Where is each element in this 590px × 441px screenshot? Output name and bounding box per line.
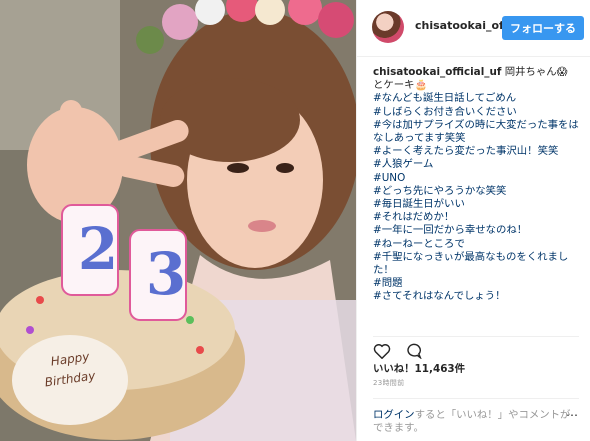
hashtag[interactable]: #ねーねーところで [373,238,579,251]
candle-digit-3: 3 [145,240,187,308]
hashtag[interactable]: #UNO [373,172,579,185]
heart-icon[interactable] [373,343,391,360]
hashtag[interactable]: #どっち先にやろうかな笑笑 [373,185,579,198]
hashtag[interactable]: #よーく考えたら変だった事沢山！笑笑 [373,145,579,158]
avatar[interactable] [372,11,404,43]
hashtag[interactable]: #問題 [373,277,579,290]
follow-button[interactable]: フォローする [502,16,584,40]
hashtag[interactable]: #毎日誕生日がいい [373,198,579,211]
hashtag[interactable]: #一年に一回だから幸せなのね！ [373,224,579,237]
hashtag[interactable]: #人狼ゲーム [373,158,579,171]
comment-icon[interactable] [404,343,423,360]
hashtag[interactable]: #なんども誕生日話してごめん [373,92,579,105]
more-options-icon[interactable]: ⋯ [566,408,578,422]
action-bar [373,336,579,363]
caption-username[interactable]: chisatookai_official_uf [373,66,501,78]
login-prompt: ログインすると「いいね！」やコメントができます。 [373,398,579,435]
caption: chisatookai_official_uf 岡井ちゃん😱 とケーキ🎂 #なん… [373,66,579,304]
hashtag[interactable]: #それはだめか！ [373,211,579,224]
login-link[interactable]: ログイン [373,409,415,421]
post-header: chisatookai_official フォローする [357,0,590,57]
hashtag[interactable]: #しばらくお付き合いください [373,106,579,119]
candle-digit-2: 2 [77,215,119,283]
post-photo[interactable]: 2 3 Happy Birthday [0,0,356,441]
post-timestamp[interactable]: 23時間前 [373,378,404,388]
hashtag[interactable]: #今は加サプライズの時に大変だった事をはなしあってます笑笑 [373,119,579,145]
hashtag[interactable]: #千聖になっきぃが最高なものをくれました！ [373,251,579,277]
likes-count[interactable]: いいね！11,463件 [373,360,465,375]
hashtag[interactable]: #さてそれはなんでしょう！ [373,290,579,303]
post-sidebar: chisatookai_official フォローする chisatookai_… [356,0,590,441]
